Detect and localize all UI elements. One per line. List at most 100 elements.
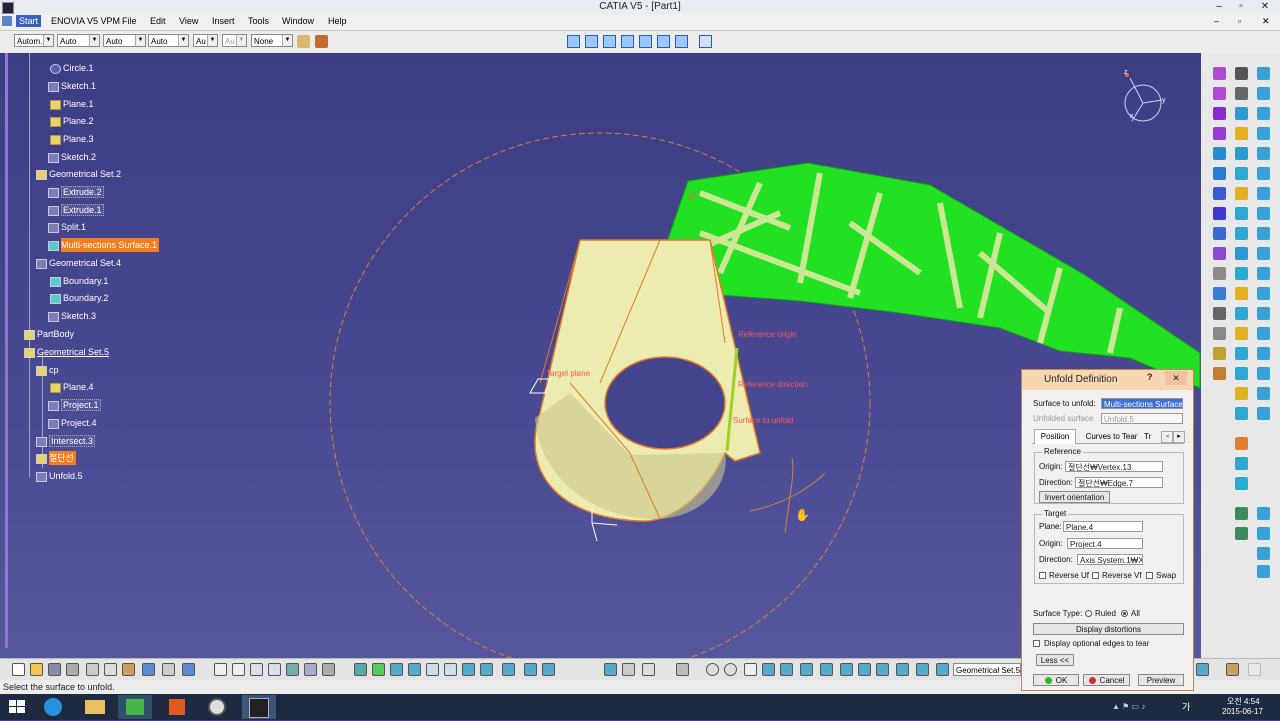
near-tool-icon[interactable] — [1235, 327, 1248, 340]
swap-tool-icon[interactable] — [1257, 507, 1270, 520]
parallel-curve-tool-icon[interactable] — [1257, 407, 1270, 420]
file-explorer-icon[interactable] — [78, 695, 112, 719]
wireframe-tool-icon[interactable] — [1235, 67, 1248, 80]
layer-combo-a[interactable]: Au ▼ — [222, 34, 247, 47]
parallel-tool-icon[interactable] — [1257, 327, 1270, 340]
swap-checkbox[interactable] — [1146, 572, 1153, 579]
split-tool-icon[interactable] — [1235, 127, 1248, 140]
tree-node-unfold-5[interactable]: Unfold.5 — [36, 469, 83, 483]
tree-node-project-4[interactable]: Project.4 — [48, 416, 97, 430]
view-back-icon[interactable] — [603, 35, 616, 48]
scaling-tool-icon[interactable] — [1235, 287, 1248, 300]
close-icon[interactable]: ✕ — [1254, 0, 1276, 14]
target-plane-field[interactable]: Plane.4 — [1063, 521, 1143, 532]
view-right-icon[interactable] — [639, 35, 652, 48]
tool-3d-icon[interactable] — [1257, 565, 1270, 578]
walk-tool-icon[interactable] — [1257, 527, 1270, 540]
display-distortions-button[interactable]: Display distortions — [1033, 623, 1184, 635]
render-style-icon[interactable] — [524, 663, 537, 676]
symmetry-tool-icon[interactable] — [1235, 267, 1248, 280]
plane-tool-icon[interactable] — [1257, 67, 1270, 80]
reverse-uf-checkbox[interactable] — [1039, 572, 1046, 579]
hand-icon[interactable] — [642, 663, 655, 676]
tree-node-cp[interactable]: cp — [36, 363, 59, 377]
fly-mode-icon[interactable] — [354, 663, 367, 676]
tree-node-project-1[interactable]: Project.1 — [48, 398, 101, 412]
reference-direction-field[interactable]: 절단선₩Edge.7 — [1075, 477, 1163, 488]
media-player-icon[interactable] — [118, 695, 152, 719]
workbench-icon[interactable] — [1196, 663, 1209, 676]
datum-tool-icon[interactable] — [1235, 477, 1248, 490]
fit-all-icon[interactable] — [372, 663, 385, 676]
geoset-icon[interactable] — [936, 663, 949, 676]
preview-button[interactable]: Preview — [1138, 674, 1184, 686]
heal-tool-icon[interactable] — [1235, 347, 1248, 360]
chrome-like-icon[interactable] — [200, 695, 234, 719]
doc-minimize-icon[interactable]: – — [1214, 16, 1219, 26]
fly-tool-icon[interactable] — [1235, 527, 1248, 540]
grid-icon[interactable] — [762, 663, 775, 676]
dialog-help-icon[interactable]: ? — [1147, 372, 1153, 382]
sphere-icon[interactable] — [724, 663, 737, 676]
table-icon[interactable] — [250, 663, 263, 676]
offset-tool-icon[interactable] — [1213, 187, 1226, 200]
all-radio[interactable] — [1121, 610, 1128, 617]
invert-orientation-button[interactable]: Invert orientation — [1039, 491, 1110, 503]
silhouette-tool-icon[interactable] — [1257, 387, 1270, 400]
tree-node-split-1[interactable]: Split.1 — [48, 220, 86, 234]
axis-tool-icon[interactable] — [1235, 387, 1248, 400]
extremum-tool-icon[interactable] — [1235, 407, 1248, 420]
doc-icon[interactable] — [2, 16, 12, 26]
open-icon[interactable] — [30, 663, 43, 676]
dialog-title-bar[interactable]: Unfold Definition ? ✕ — [1022, 370, 1193, 390]
catalog-icon[interactable] — [676, 663, 689, 676]
tree-node-sketch-1[interactable]: Sketch.1 — [48, 79, 96, 93]
surface-tool-icon[interactable] — [1213, 67, 1226, 80]
axis-icon[interactable] — [744, 663, 757, 676]
parameter-icon[interactable] — [232, 663, 245, 676]
ime-language[interactable]: 가 — [1182, 700, 1190, 713]
tree-node-sketch-3[interactable]: Sketch.3 — [48, 309, 96, 323]
view-left-icon[interactable] — [621, 35, 634, 48]
iso-view-icon[interactable] — [502, 663, 515, 676]
internet-explorer-icon[interactable] — [36, 695, 70, 719]
menu-help[interactable]: Help — [328, 16, 347, 26]
unfold-tool-icon[interactable] — [1213, 247, 1226, 260]
minimize-icon[interactable]: – — [1208, 0, 1230, 14]
normal-view-icon[interactable] — [462, 663, 475, 676]
tree-node-circle-1[interactable]: Circle.1 — [50, 61, 94, 75]
line-thickness-combo[interactable]: Auto ▼ — [103, 34, 146, 47]
lock-icon[interactable] — [622, 663, 635, 676]
wizard-icon[interactable] — [315, 35, 328, 48]
view-front-icon[interactable] — [585, 35, 598, 48]
ruled-radio[interactable] — [1085, 610, 1092, 617]
conic-tool-icon[interactable] — [1257, 307, 1270, 320]
rule-icon[interactable] — [304, 663, 317, 676]
extrude-tool-icon[interactable] — [1213, 87, 1226, 100]
tray-time[interactable]: 오전 4:54 — [1227, 696, 1260, 707]
paste-icon[interactable] — [122, 663, 135, 676]
tree-node-geoset-2[interactable]: Geometrical Set.2 — [36, 167, 121, 181]
hide-show-icon[interactable] — [542, 663, 555, 676]
menu-window[interactable]: Window — [282, 16, 314, 26]
tree-node-boundary-2[interactable]: Boundary.2 — [50, 291, 108, 305]
geoset-combo[interactable]: Geometrical Set.5 — [953, 663, 1021, 676]
line-type-combo[interactable]: Auto ▼ — [148, 34, 189, 47]
tree-node-plane-2[interactable]: Plane.2 — [50, 114, 94, 128]
angle-icon[interactable] — [840, 663, 853, 676]
doc-close-icon[interactable]: ✕ — [1262, 16, 1270, 27]
spiral-tool-icon[interactable] — [1257, 187, 1270, 200]
tab-position[interactable]: Position — [1034, 429, 1076, 444]
tree-node-plane-4[interactable]: Plane.4 — [50, 380, 94, 394]
view-bottom-icon[interactable] — [675, 35, 688, 48]
connect-tool-icon[interactable] — [1257, 267, 1270, 280]
knowledge-tool-icon[interactable] — [1213, 367, 1226, 380]
join-tool-icon[interactable] — [1235, 107, 1248, 120]
tree-node-plane-3[interactable]: Plane.3 — [50, 132, 94, 146]
help-icon[interactable] — [182, 663, 195, 676]
tray-date[interactable]: 2015-06-17 — [1222, 707, 1263, 716]
fillet-tool-icon[interactable] — [1235, 207, 1248, 220]
tab-curves-to-tear[interactable]: Curves to Tear — [1080, 430, 1143, 443]
boundary-tool-icon[interactable] — [1235, 167, 1248, 180]
menu-view[interactable]: View — [179, 16, 198, 26]
